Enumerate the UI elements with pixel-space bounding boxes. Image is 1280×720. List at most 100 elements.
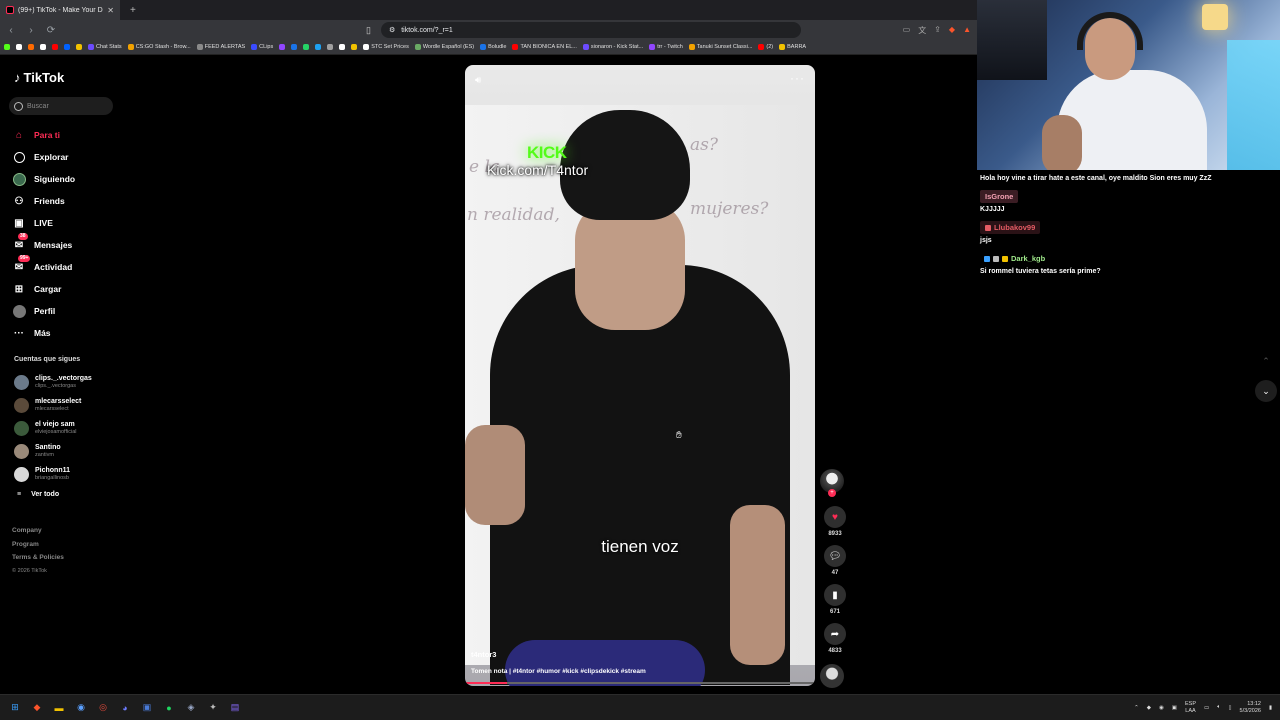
bookmark-item[interactable]: TAN BIONICA EN EL... bbox=[512, 44, 577, 50]
next-video-button[interactable]: ⌄ bbox=[1255, 380, 1277, 402]
bookmark-item[interactable]: (2) bbox=[758, 44, 773, 50]
back-icon[interactable]: ‹ bbox=[6, 25, 16, 36]
forward-icon[interactable]: › bbox=[26, 25, 36, 36]
bookmark-item[interactable]: sionaron - Kick Stat... bbox=[582, 44, 643, 50]
nav-item-friends[interactable]: ⚇ Friends bbox=[12, 190, 122, 212]
bookmark-item[interactable] bbox=[339, 44, 346, 50]
app-icon[interactable]: ▤ bbox=[228, 701, 242, 715]
bookmark-item[interactable]: BARRA bbox=[779, 44, 806, 50]
bookmark-item[interactable]: Wordle Español (ES) bbox=[414, 44, 474, 50]
search-box[interactable] bbox=[9, 97, 113, 115]
app-icon[interactable]: ✦ bbox=[206, 701, 220, 715]
nav-item-more[interactable]: ··· Más bbox=[12, 322, 122, 344]
bookmark-item[interactable]: CLips bbox=[251, 44, 273, 50]
bookmark-item[interactable] bbox=[315, 44, 322, 50]
battery-icon[interactable]: ▯ bbox=[1229, 705, 1232, 711]
bookmark-item[interactable] bbox=[52, 44, 58, 50]
tray-app-icon[interactable]: ▣ bbox=[1172, 705, 1177, 711]
tiktok-logo[interactable]: ♪ TikTok bbox=[14, 70, 64, 85]
pip-icon[interactable]: ▭ bbox=[903, 25, 911, 36]
share-icon[interactable]: ⇪ bbox=[934, 25, 941, 36]
bookmark-item[interactable] bbox=[64, 44, 70, 50]
bookmark-item[interactable] bbox=[4, 44, 10, 50]
nav-item-home[interactable]: ⌂ Para ti bbox=[12, 124, 122, 146]
bookmark-item[interactable] bbox=[327, 44, 334, 50]
site-info-icon[interactable]: ⚙ bbox=[389, 26, 395, 34]
chat-username[interactable]: IsGrone bbox=[980, 190, 1019, 203]
video-player[interactable]: e la as? n realidad, mujeres? KICK Kick.… bbox=[465, 65, 815, 686]
sound-disc-icon[interactable] bbox=[820, 664, 844, 688]
bookmark-item[interactable] bbox=[279, 44, 286, 50]
nav-item-activity[interactable]: ✉ 99+ Actividad bbox=[12, 255, 122, 278]
bookmark-item[interactable] bbox=[291, 44, 298, 50]
nav-item-live[interactable]: ▣ LIVE bbox=[12, 212, 122, 234]
bookmark-icon[interactable]: ▯ bbox=[366, 25, 371, 36]
language-indicator[interactable]: ESP LAA bbox=[1185, 701, 1196, 715]
chat-username[interactable]: Dark_kgb bbox=[980, 252, 1050, 265]
see-all-link[interactable]: ≡ Ver todo bbox=[14, 486, 124, 502]
footer-program[interactable]: Program bbox=[12, 538, 64, 552]
following-item[interactable]: mlecarsselect mlecarsselect bbox=[14, 394, 124, 417]
following-item[interactable]: Santino zantivm bbox=[14, 440, 124, 463]
follow-plus-icon[interactable]: + bbox=[828, 489, 836, 497]
following-item[interactable]: Pichonn11 briangallinosb bbox=[14, 463, 124, 486]
reload-icon[interactable]: ⟳ bbox=[46, 25, 56, 36]
bookmark-item[interactable] bbox=[351, 44, 358, 50]
windows-start-icon[interactable]: ⊞ bbox=[8, 701, 22, 715]
search-input[interactable] bbox=[27, 102, 107, 110]
brave-shield-icon[interactable]: ◆ bbox=[949, 25, 955, 36]
bookmark-item[interactable] bbox=[40, 44, 46, 50]
rewards-icon[interactable]: ▲ bbox=[963, 25, 971, 36]
bookmark-item[interactable] bbox=[28, 44, 34, 50]
following-item[interactable]: el viejo sam elviejosamofficial bbox=[14, 417, 124, 440]
nav-item-following-avatar[interactable]: Siguiendo bbox=[12, 168, 122, 190]
chat-username[interactable]: Llubakov99 bbox=[980, 221, 1041, 234]
comment-icon[interactable]: 💬︎ bbox=[824, 545, 846, 567]
nav-item-upload[interactable]: ⊞ Cargar bbox=[12, 278, 122, 300]
video-progress-bar[interactable] bbox=[465, 682, 815, 684]
bookmark-item[interactable]: Boludle bbox=[480, 44, 506, 50]
bookmark-item[interactable]: Chat Stats bbox=[88, 44, 122, 50]
app-icon[interactable]: ◈ bbox=[184, 701, 198, 715]
previous-video-button[interactable]: ⌃ bbox=[1255, 350, 1277, 372]
close-tab-icon[interactable]: ✕ bbox=[107, 6, 114, 15]
volume-icon[interactable]: 🔊︎ bbox=[475, 75, 481, 86]
bookmark-item[interactable]: CS:GO Stash - Brow... bbox=[127, 44, 191, 50]
tray-app-icon[interactable]: ◉ bbox=[1159, 705, 1164, 711]
monitor-icon[interactable]: ▣ bbox=[140, 701, 154, 715]
volume-tray-icon[interactable]: 🔈︎ bbox=[1217, 704, 1220, 711]
bookmark-item[interactable]: FEED ALERTAS bbox=[196, 44, 245, 50]
clock[interactable]: 13:12 5/3/2026 bbox=[1240, 701, 1261, 715]
footer-terms[interactable]: Terms & Policies bbox=[12, 551, 64, 565]
bookmark-item[interactable]: Tanuki Sunset Classi... bbox=[688, 44, 752, 50]
new-tab-button[interactable]: + bbox=[130, 5, 136, 16]
following-item[interactable]: clips._.vectorgas clips._.vectorgas bbox=[14, 371, 124, 394]
spotify-icon[interactable]: ● bbox=[162, 701, 176, 715]
tab-tiktok[interactable]: (99+) TikTok - Make Your Day ✕ bbox=[0, 0, 120, 20]
notifications-icon[interactable]: ▮ bbox=[1269, 705, 1272, 711]
brave-icon[interactable]: ◆ bbox=[30, 701, 44, 715]
more-options-icon[interactable]: ··· bbox=[790, 71, 805, 85]
creator-avatar[interactable]: + bbox=[820, 469, 844, 497]
bookmark-item[interactable]: STC Set Prices bbox=[363, 44, 409, 50]
translate-icon[interactable]: 文 bbox=[918, 25, 926, 36]
bookmark-item[interactable] bbox=[16, 44, 22, 50]
file-explorer-icon[interactable]: ▬ bbox=[52, 701, 66, 715]
nav-item-profile-avatar[interactable]: Perfil bbox=[12, 300, 122, 322]
tray-chevron-icon[interactable]: ⌃ bbox=[1134, 705, 1139, 711]
steam-icon[interactable]: ◉ bbox=[74, 701, 88, 715]
video-author[interactable]: t4ntor3 bbox=[471, 650, 496, 659]
heart-icon[interactable]: ♥ bbox=[824, 506, 846, 528]
bookmark-item[interactable] bbox=[303, 44, 310, 50]
nav-item-compass[interactable]: Explorar bbox=[12, 146, 122, 168]
tray-app-icon[interactable]: ◆ bbox=[1147, 705, 1151, 711]
url-field[interactable]: ⚙ tiktok.com/?_r=1 bbox=[380, 22, 801, 38]
nav-item-messages[interactable]: ✉ 38 Mensajes bbox=[12, 233, 122, 256]
chrome-icon[interactable]: ◎ bbox=[96, 701, 110, 715]
bookmark-item[interactable]: trr - Twitch bbox=[649, 44, 683, 50]
network-icon[interactable]: ▭ bbox=[1204, 705, 1209, 711]
bookmark-save-icon[interactable]: ▮ bbox=[824, 584, 846, 606]
footer-company[interactable]: Company bbox=[12, 524, 64, 538]
bookmark-item[interactable] bbox=[76, 44, 82, 50]
share-arrow-icon[interactable]: ➦ bbox=[824, 623, 846, 645]
